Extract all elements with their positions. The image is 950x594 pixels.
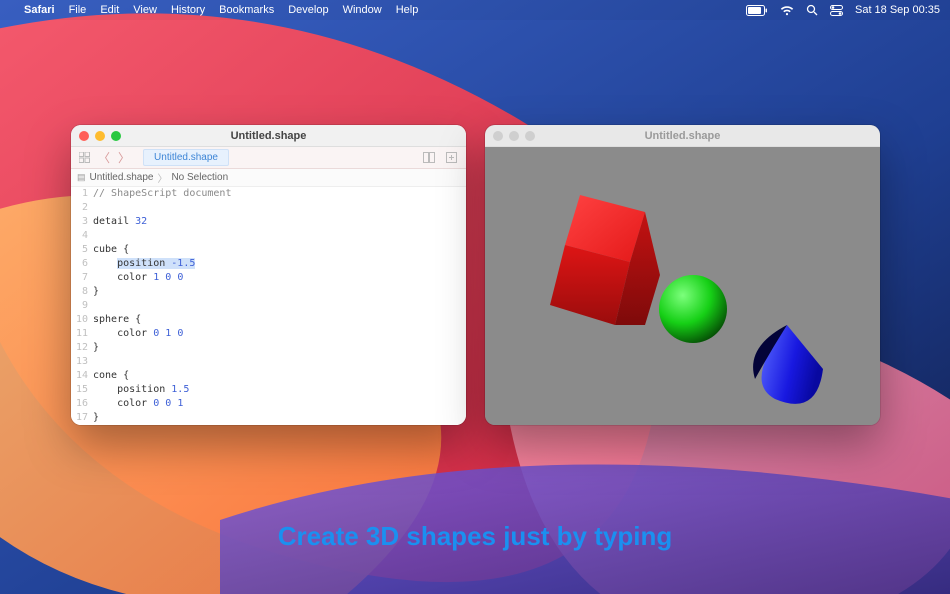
code-line[interactable]: detail 32 [93, 215, 460, 229]
code-line[interactable]: color 0 0 1 [93, 397, 460, 411]
nav-forward-button[interactable]: 〉 [117, 149, 131, 166]
shape-cone [753, 325, 823, 404]
code-line[interactable] [93, 201, 460, 215]
code-line[interactable]: sphere { [93, 313, 460, 327]
menubar-item-window[interactable]: Window [343, 4, 382, 16]
breadcrumb-section[interactable]: No Selection [171, 172, 228, 183]
editor-breadcrumb[interactable]: ▤ Untitled.shape 〉 No Selection [71, 169, 466, 187]
shape-viewport[interactable] [485, 147, 880, 425]
wifi-icon[interactable] [780, 5, 794, 16]
code-line[interactable]: position 1.5 [93, 383, 460, 397]
viewer-window-title: Untitled.shape [485, 130, 880, 142]
code-line[interactable]: } [93, 285, 460, 299]
code-line[interactable]: // ShapeScript document [93, 187, 460, 201]
code-line[interactable]: cone { [93, 369, 460, 383]
code-line[interactable]: color 0 1 0 [93, 327, 460, 341]
editor-layout-icon[interactable] [422, 151, 436, 165]
editor-window-title: Untitled.shape [71, 130, 466, 142]
editor-add-icon[interactable] [444, 151, 458, 165]
menubar-item-edit[interactable]: Edit [100, 4, 119, 16]
code-line[interactable] [93, 229, 460, 243]
code-line[interactable]: } [93, 411, 460, 425]
menubar-item-view[interactable]: View [133, 4, 157, 16]
code-line[interactable] [93, 299, 460, 313]
battery-icon[interactable] [746, 5, 768, 16]
menubar-app-name[interactable]: Safari [24, 4, 55, 16]
editor-window: Untitled.shape 〈 〉 Untitled.shape ▤ Unti… [71, 125, 466, 425]
code-line[interactable]: position -1.5 [93, 257, 460, 271]
menubar-item-history[interactable]: History [171, 4, 205, 16]
editor-titlebar[interactable]: Untitled.shape [71, 125, 466, 147]
code-line[interactable]: } [93, 341, 460, 355]
spotlight-icon[interactable] [806, 4, 818, 16]
document-icon: ▤ [77, 172, 86, 183]
nav-back-button[interactable]: 〈 [97, 149, 111, 166]
breadcrumb-file[interactable]: Untitled.shape [90, 172, 154, 183]
related-items-icon[interactable] [77, 151, 91, 165]
code-editor[interactable]: 123456789101112131415161718 // ShapeScri… [71, 187, 466, 425]
code-line[interactable]: color 1 0 0 [93, 271, 460, 285]
menubar: Safari File Edit View History Bookmarks … [0, 0, 950, 20]
code-line[interactable]: cube { [93, 243, 460, 257]
menubar-item-develop[interactable]: Develop [288, 4, 328, 16]
viewer-titlebar[interactable]: Untitled.shape [485, 125, 880, 147]
editor-toolbar: 〈 〉 Untitled.shape [71, 147, 466, 169]
shape-sphere [659, 275, 727, 343]
editor-tab[interactable]: Untitled.shape [143, 149, 229, 166]
menubar-item-bookmarks[interactable]: Bookmarks [219, 4, 274, 16]
menubar-datetime[interactable]: Sat 18 Sep 00:35 [855, 4, 940, 16]
viewer-window: Untitled.shape [485, 125, 880, 425]
code-line[interactable] [93, 355, 460, 369]
chevron-right-icon: 〉 [157, 170, 167, 185]
marketing-caption: Create 3D shapes just by typing [0, 521, 950, 552]
menubar-item-help[interactable]: Help [396, 4, 419, 16]
menubar-item-file[interactable]: File [69, 4, 87, 16]
control-center-icon[interactable] [830, 5, 843, 16]
shape-cube [550, 195, 660, 325]
